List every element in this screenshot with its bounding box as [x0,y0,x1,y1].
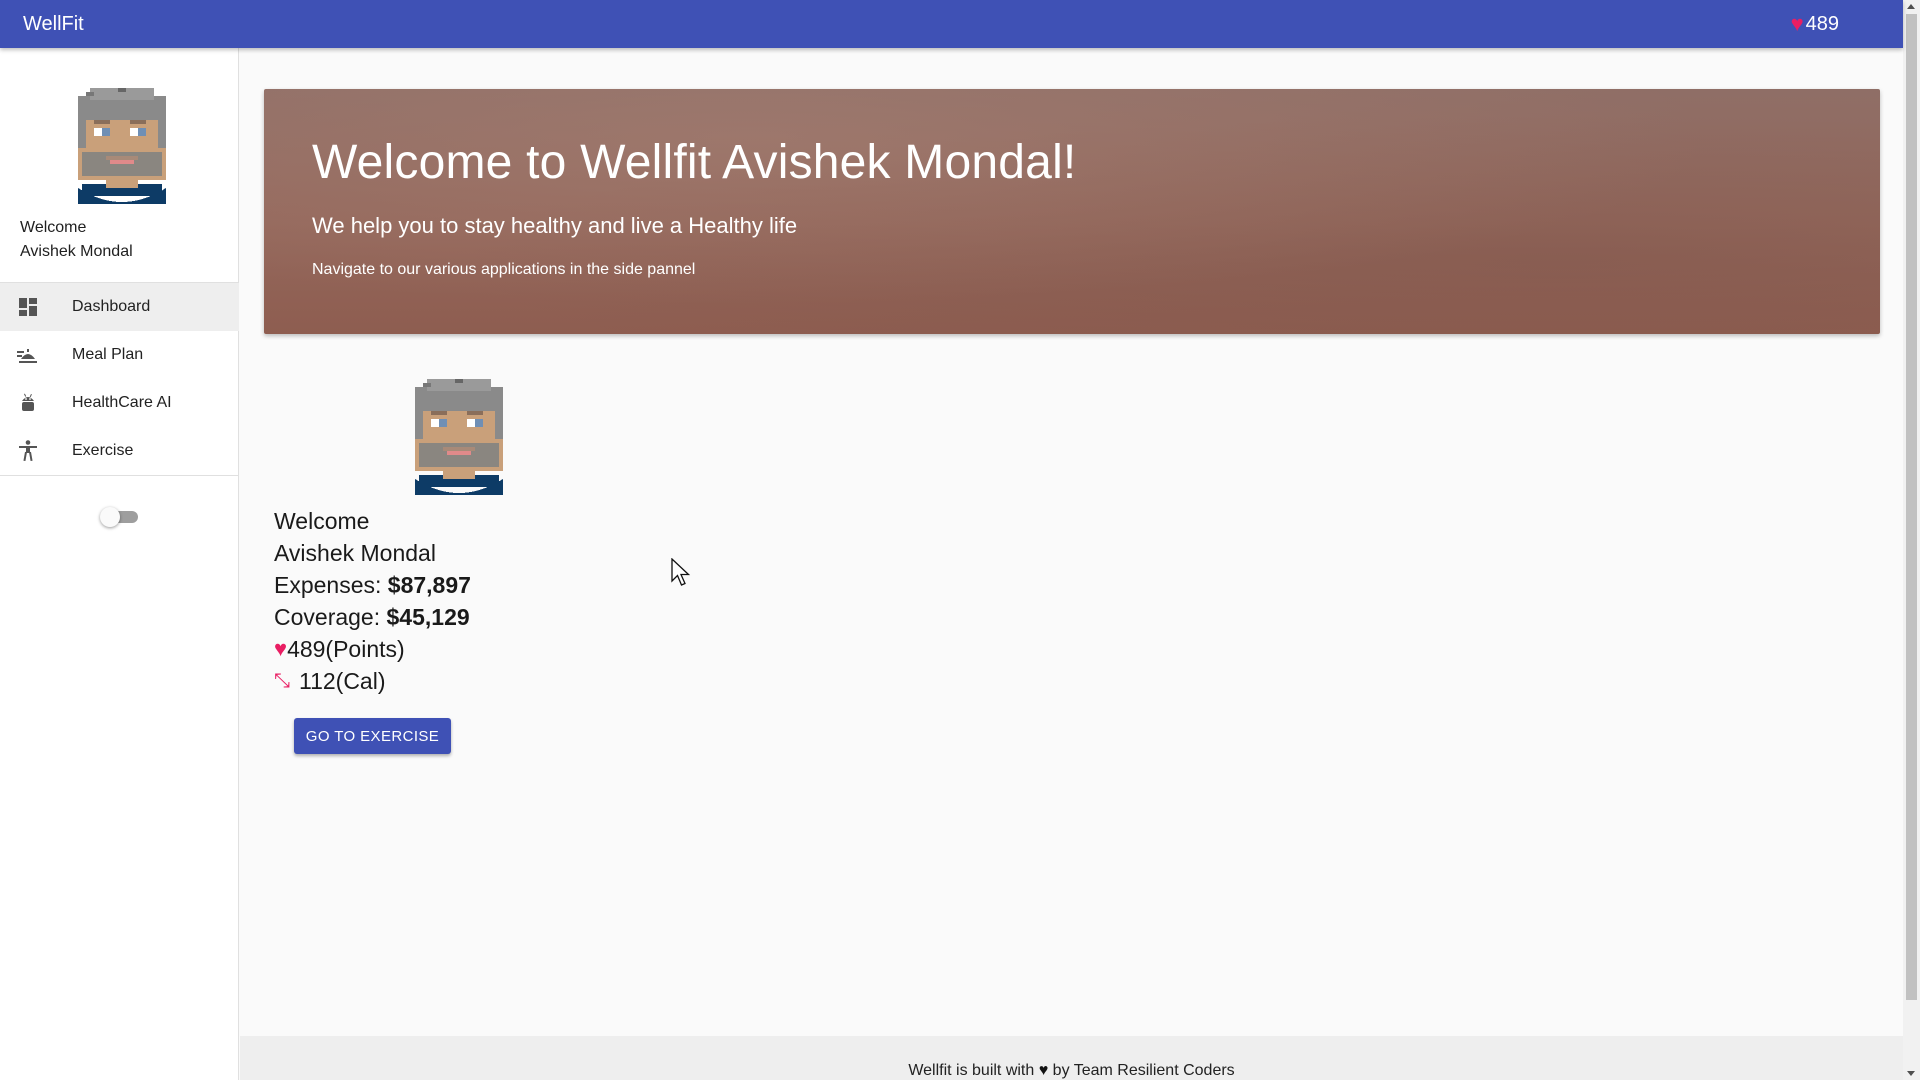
points-value: 489 [1805,12,1839,35]
sidebar-item-healthcare-ai[interactable]: HealthCare AI [0,379,239,427]
go-to-exercise-button[interactable]: GO TO EXERCISE [294,718,451,754]
coverage-label: Coverage: [274,604,381,630]
banner-note: Navigate to our various applications in … [312,261,696,278]
coverage-value: $45,129 [386,604,470,630]
accessibility-icon [17,440,39,462]
sidebar-item-label: HealthCare AI [72,394,172,411]
footer: Wellfit is built with ♥ by Team Resilien… [240,1036,1903,1080]
app-brand[interactable]: WellFit [23,13,84,36]
dashboard-icon [17,296,39,318]
banner-title: Welcome to Wellfit Avishek Mondal! [312,136,1077,189]
profile-name: Avishek Mondal [274,540,436,566]
android-icon [17,392,39,414]
banner-subtitle: We help you to stay healthy and live a H… [312,213,798,238]
expenses-value: $87,897 [387,572,471,598]
scroll-down-icon[interactable] [1907,1071,1915,1076]
page-scrollbar[interactable] [1903,0,1920,1080]
profile-welcome: Welcome [274,508,370,534]
welcome-banner: Welcome to Wellfit Avishek Mondal! We he… [264,89,1880,334]
sidebar-divider [0,475,239,476]
mouse-cursor-icon [671,558,691,586]
points-text: 489(Points) [287,636,405,662]
heart-icon: ♥ [1790,11,1804,36]
app-bar: WellFit ♥ 489 [0,0,1903,48]
expenses-row: Expenses: $87,897 [274,569,471,601]
meal-icon [17,344,39,366]
sidebar-item-exercise[interactable]: Exercise [0,427,239,475]
heart-icon: ♥ [1038,1062,1049,1079]
sidebar-item-label: Exercise [72,442,134,459]
points-row: ♥ 489(Points) [274,633,471,665]
sidebar-user-name: Avishek Mondal [20,243,133,260]
footer-text-before: Wellfit is built with [908,1062,1039,1079]
sidebar-item-label: Dashboard [72,298,151,315]
toggle-thumb [100,507,120,527]
profile-avatar [415,379,503,495]
scrollbar-thumb[interactable] [1906,14,1917,1000]
calories-text: 112(Cal) [299,668,386,694]
profile-info: Welcome Avishek Mondal Expenses: $87,897… [274,505,471,697]
avatar [78,88,166,204]
sidebar-item-meal-plan[interactable]: Meal Plan [0,331,239,379]
calories-row: ⤡ 112(Cal) [274,665,471,697]
calories-icon: ⤡ [274,670,290,692]
sidebar-item-label: Meal Plan [72,346,144,363]
coverage-row: Coverage: $45,129 [274,601,471,633]
sidebar-welcome: Welcome Avishek Mondal [20,216,133,264]
sidebar-welcome-label: Welcome [20,219,87,236]
expenses-label: Expenses: [274,572,382,598]
points-indicator[interactable]: ♥ 489 [1791,13,1839,36]
theme-toggle[interactable] [100,506,138,527]
sidebar: Welcome Avishek Mondal Dashboard Meal Pl… [0,48,239,1080]
scroll-up-icon[interactable] [1907,4,1915,9]
footer-text-after: by Team Resilient Coders [1048,1062,1235,1079]
sidebar-item-dashboard[interactable]: Dashboard [0,283,239,331]
heart-icon: ♥ [274,636,288,661]
